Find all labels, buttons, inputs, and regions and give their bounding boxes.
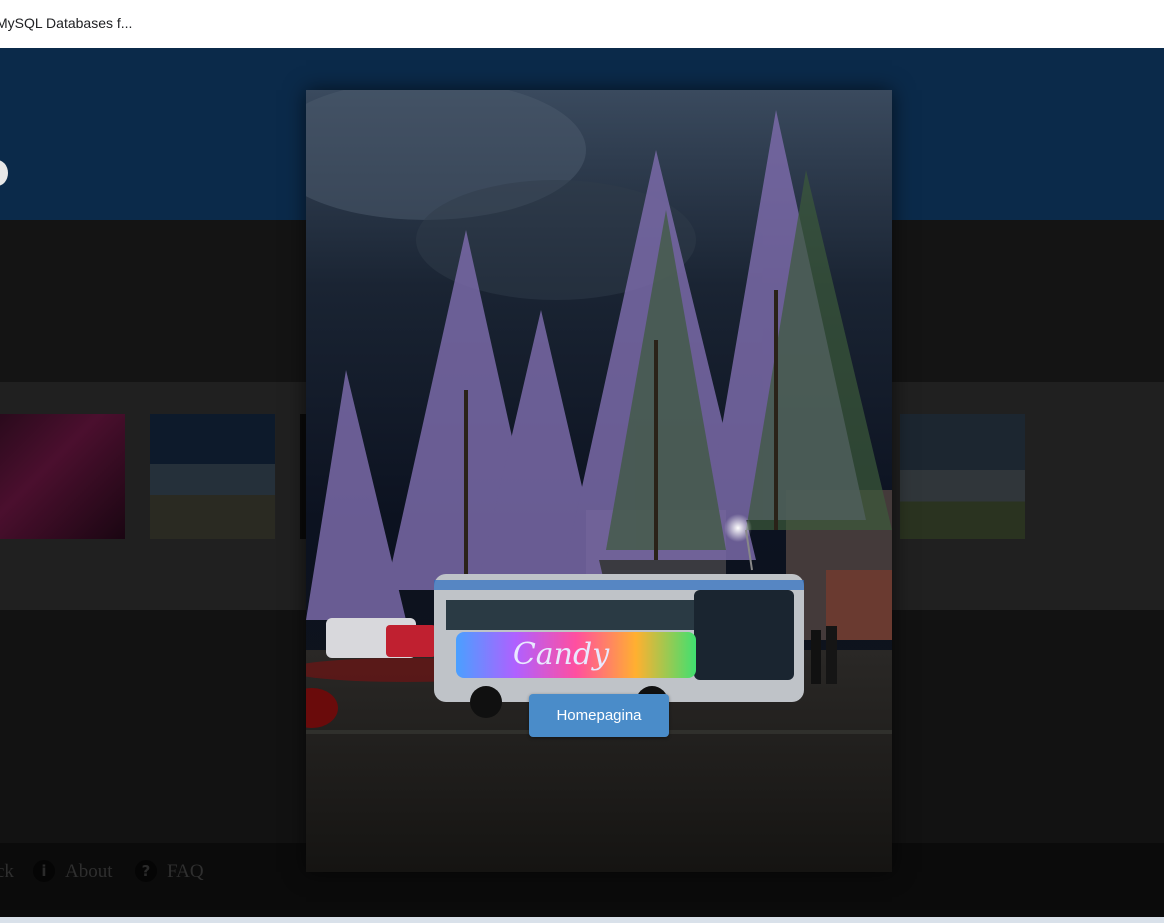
gallery-thumbnail[interactable]: [0, 414, 125, 539]
page-bottom-strip: [0, 917, 1164, 923]
info-icon: i: [33, 860, 55, 882]
lightbox-photo: Candy: [306, 90, 892, 872]
browser-tab-title[interactable]: MySQL Databases f...: [0, 15, 132, 31]
footer-link-faq[interactable]: FAQ: [167, 858, 204, 886]
footer-link-about[interactable]: About: [65, 858, 113, 886]
gallery-thumbnail[interactable]: [900, 414, 1025, 539]
gallery-thumbnail[interactable]: [150, 414, 275, 539]
browser-tab-bar: MySQL Databases f...: [0, 0, 1164, 49]
lightbox-modal: Candy Homepagina: [306, 90, 892, 872]
homepage-button[interactable]: Homepagina: [529, 694, 669, 737]
svg-text:Candy: Candy: [513, 637, 610, 672]
footer-link-back[interactable]: ck: [0, 858, 14, 886]
question-icon: ?: [135, 860, 157, 882]
